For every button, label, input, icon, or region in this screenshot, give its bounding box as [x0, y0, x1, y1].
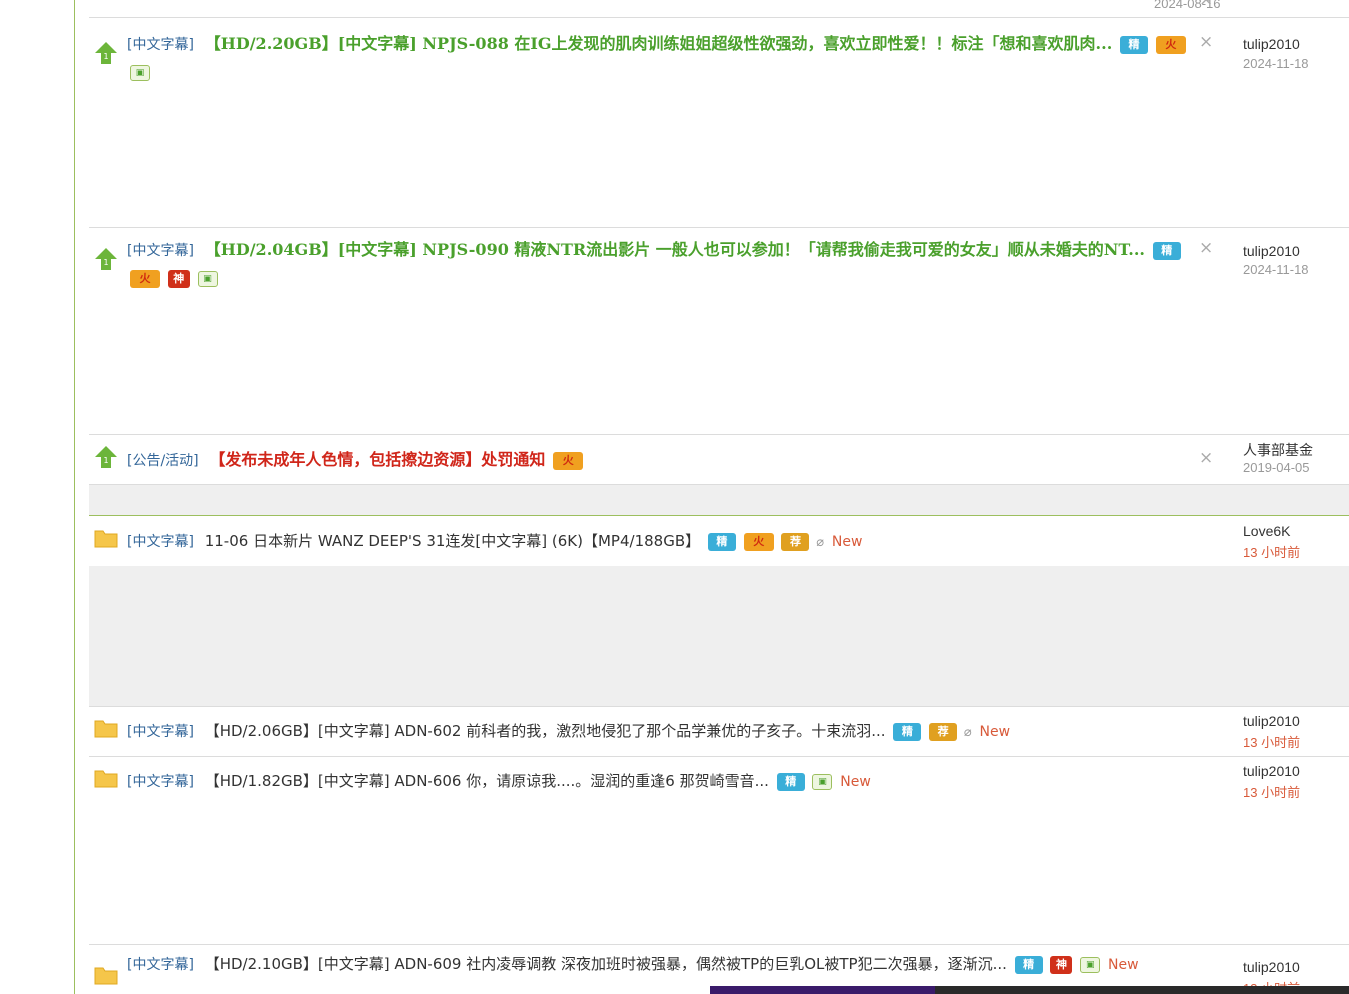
image-attachment-icon: ▣ — [130, 64, 150, 81]
thread-title-link[interactable]: 11-06 日本新片 WANZ DEEP'S 31连发[中文字幕] (6K)【M… — [205, 532, 700, 550]
thread-date: 13 小时前 — [1243, 735, 1301, 750]
overlay-banner-dark — [935, 986, 1349, 994]
thread-title-link[interactable]: 【HD/2.10GB】[中文字幕] ADN-609 社内凌辱调教 深夜加班时被强… — [205, 955, 1007, 973]
thread-category-link[interactable]: [中文字幕] — [127, 243, 194, 259]
svg-text:1: 1 — [103, 52, 108, 61]
thread-row: [中文字幕] 【HD/1.82GB】[中文字幕] ADN-606 你，请原谅我.… — [89, 760, 1349, 944]
thread-author-link[interactable]: tulip2010 — [1243, 36, 1300, 52]
folder-icon — [94, 720, 118, 738]
section-divider — [89, 515, 1349, 516]
svg-text:1: 1 — [103, 258, 108, 267]
separator-band — [89, 485, 1349, 515]
thread-category-link[interactable]: [中文字幕] — [127, 534, 194, 550]
thread-author-link[interactable]: tulip2010 — [1243, 243, 1300, 259]
digest-badge: 精 — [1014, 955, 1043, 974]
thread-category-link[interactable]: [中文字幕] — [127, 957, 194, 973]
digest-badge: 精 — [893, 722, 922, 741]
digest-badge: 精 — [1152, 241, 1181, 260]
thread-category-link[interactable]: [中文字幕] — [127, 37, 194, 53]
pinned-up-arrow-icon: 1 — [95, 42, 117, 64]
left-frame-border — [74, 0, 75, 994]
thread-row: 1 [公告/活动] 【发布未成年人色情，包括擦边资源】处罚通知 火 × 人事部基… — [89, 440, 1349, 484]
close-icon[interactable]: × — [1199, 238, 1213, 258]
thread-title-link[interactable]: 【HD/1.82GB】[中文字幕] ADN-606 你，请原谅我....。湿润的… — [205, 772, 769, 790]
recommend-badge: 荐 — [929, 722, 958, 741]
thread-title-link[interactable]: 【HD/2.04GB】[中文字幕] NPJS-090 精液NTR流出影片 一般人… — [205, 240, 1145, 259]
digest-badge: 精 — [1120, 35, 1149, 54]
thread-row: [中文字幕] 11-06 日本新片 WANZ DEEP'S 31连发[中文字幕]… — [89, 520, 1349, 566]
thread-title-container: [中文字幕] 【HD/2.04GB】[中文字幕] NPJS-090 精液NTR流… — [127, 236, 1189, 292]
thread-title-container: [中文字幕] 【HD/2.20GB】[中文字幕] NPJS-088 在IG上发现… — [127, 30, 1189, 86]
god-badge: 神 — [167, 269, 190, 288]
thread-author-link[interactable]: tulip2010 — [1243, 763, 1300, 779]
folder-icon — [94, 530, 118, 548]
thread-date: 2024-11-18 — [1243, 262, 1309, 277]
image-attachment-icon: ▣ — [197, 270, 218, 287]
close-icon[interactable]: × — [1199, 448, 1213, 468]
close-icon[interactable]: × — [1199, 32, 1213, 52]
attachment-icon: ⌀ — [963, 725, 972, 740]
thread-row: 1 [中文字幕] 【HD/2.04GB】[中文字幕] NPJS-090 精液NT… — [89, 236, 1349, 432]
hot-badge: 火 — [1155, 35, 1186, 54]
god-badge: 神 — [1050, 955, 1073, 974]
thread-date: 2019-04-05 — [1243, 460, 1310, 475]
pinned-up-arrow-icon: 1 — [95, 446, 117, 468]
thread-date: 2024-11-18 — [1243, 56, 1309, 71]
row-divider — [89, 434, 1349, 435]
row-divider — [89, 17, 1349, 18]
hot-badge: 火 — [130, 269, 160, 288]
row-divider — [89, 944, 1349, 945]
thread-title-container: [中文字幕] 【HD/2.06GB】[中文字幕] ADN-602 前科者的我，激… — [127, 718, 1189, 746]
row-divider — [89, 756, 1349, 757]
close-icon[interactable]: × — [1199, 0, 1213, 10]
thread-row: [中文字幕] 【HD/2.06GB】[中文字幕] ADN-602 前科者的我，激… — [89, 710, 1349, 756]
thread-title-container: [中文字幕] 【HD/2.10GB】[中文字幕] ADN-609 社内凌辱调教 … — [127, 953, 1189, 976]
thread-category-link[interactable]: [中文字幕] — [127, 724, 194, 740]
thread-row: 1 [中文字幕] 【HD/2.20GB】[中文字幕] NPJS-088 在IG上… — [89, 30, 1349, 226]
thread-title-container: [中文字幕] 【HD/1.82GB】[中文字幕] ADN-606 你，请原谅我.… — [127, 768, 1189, 796]
recommend-badge: 荐 — [781, 532, 810, 551]
digest-badge: 精 — [707, 532, 736, 551]
digest-badge: 精 — [776, 772, 805, 791]
hot-badge: 火 — [743, 532, 774, 551]
thread-category-link[interactable]: [公告/活动] — [127, 453, 199, 469]
thread-title-container: [公告/活动] 【发布未成年人色情，包括擦边资源】处罚通知 火 — [127, 446, 1189, 475]
thread-date: 13 小时前 — [1243, 545, 1301, 560]
folder-icon — [94, 967, 118, 985]
new-tag: New — [1108, 957, 1139, 973]
folder-icon — [94, 770, 118, 788]
image-attachment-icon: ▣ — [812, 773, 833, 790]
thread-title-link[interactable]: 【HD/2.06GB】[中文字幕] ADN-602 前科者的我，激烈地侵犯了那个… — [205, 722, 886, 740]
thread-author-link[interactable]: 人事部基金 — [1243, 440, 1313, 460]
row-divider — [89, 227, 1349, 228]
thread-title-container: [中文字幕] 11-06 日本新片 WANZ DEEP'S 31连发[中文字幕]… — [127, 528, 1189, 556]
new-tag: New — [979, 724, 1011, 740]
image-attachment-icon: ▣ — [1080, 956, 1101, 973]
hot-badge: 火 — [553, 451, 584, 470]
row-divider — [89, 706, 1349, 707]
thread-author-link[interactable]: tulip2010 — [1243, 713, 1300, 729]
embedded-content-placeholder — [89, 566, 1349, 706]
svg-text:1: 1 — [103, 456, 108, 465]
new-tag: New — [840, 774, 871, 790]
thread-author-link[interactable]: Love6K — [1243, 523, 1290, 539]
new-tag: New — [831, 534, 863, 550]
pinned-up-arrow-icon: 1 — [95, 248, 117, 270]
thread-author-link[interactable]: tulip2010 — [1243, 959, 1300, 975]
thread-category-link[interactable]: [中文字幕] — [127, 774, 194, 790]
thread-title-link[interactable]: 【HD/2.20GB】[中文字幕] NPJS-088 在IG上发现的肌肉训练姐姐… — [205, 34, 1113, 53]
thread-date: 13 小时前 — [1243, 785, 1301, 800]
thread-title-link[interactable]: 【发布未成年人色情，包括擦边资源】处罚通知 — [209, 450, 545, 469]
attachment-icon: ⌀ — [816, 535, 825, 550]
